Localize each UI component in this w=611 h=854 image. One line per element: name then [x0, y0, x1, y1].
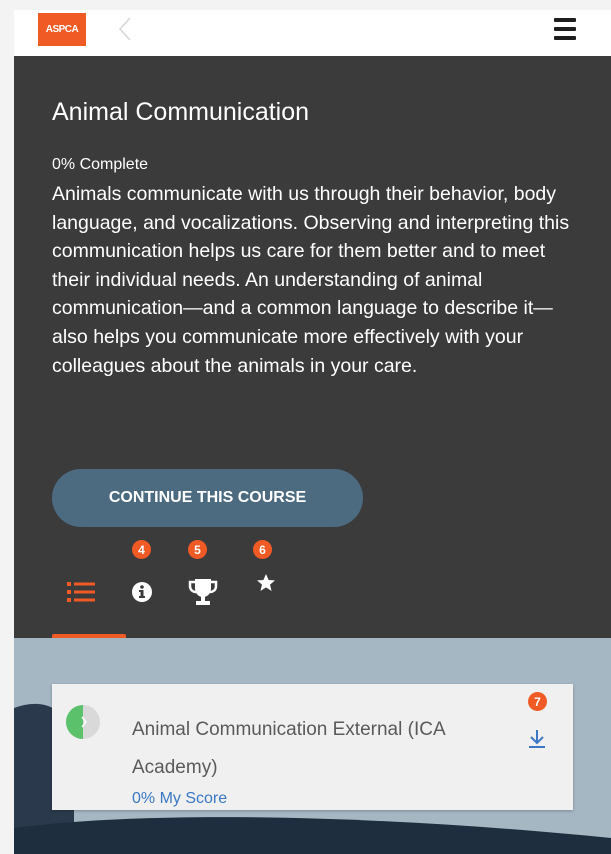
back-button[interactable] [110, 14, 140, 44]
tab-achievements-badge: 5 [188, 540, 207, 559]
tab-lessons[interactable] [64, 577, 98, 607]
info-icon [132, 582, 152, 602]
app-frame: ASPCA Animal Communication 0% Complete A… [14, 10, 611, 854]
course-description: Animals communicate with us through thei… [52, 183, 570, 377]
module-title[interactable]: Animal Communication External (ICA Acade… [132, 711, 492, 787]
continue-course-button[interactable]: CONTINUE THIS COURSE [52, 469, 363, 527]
course-title: Animal Communication [52, 98, 310, 126]
course-hero: Animal Communication 0% Complete Animals… [14, 56, 611, 638]
hamburger-menu-icon[interactable] [554, 18, 578, 40]
course-progress-text: 0% Complete [52, 156, 149, 173]
trophy-icon [188, 579, 218, 605]
chevron-left-icon [118, 17, 131, 41]
tab-favorites-badge: 6 [253, 540, 272, 559]
tab-favorites[interactable] [253, 570, 279, 596]
module-score: 0% My Score [132, 790, 228, 807]
list-icon [67, 582, 95, 602]
tab-achievements[interactable] [186, 576, 220, 608]
aspca-logo[interactable]: ASPCA [38, 13, 86, 46]
module-badge: 7 [528, 692, 547, 711]
tab-info[interactable] [127, 577, 157, 607]
star-icon [257, 574, 275, 591]
tab-info-badge: 4 [132, 540, 151, 559]
download-button[interactable] [522, 724, 552, 754]
module-list-area: Animal Communication External (ICA Acade… [14, 638, 611, 854]
module-card[interactable]: Animal Communication External (ICA Acade… [52, 684, 573, 810]
top-bar: ASPCA [14, 10, 611, 56]
download-icon [529, 730, 545, 748]
module-progress-ring [66, 705, 100, 739]
